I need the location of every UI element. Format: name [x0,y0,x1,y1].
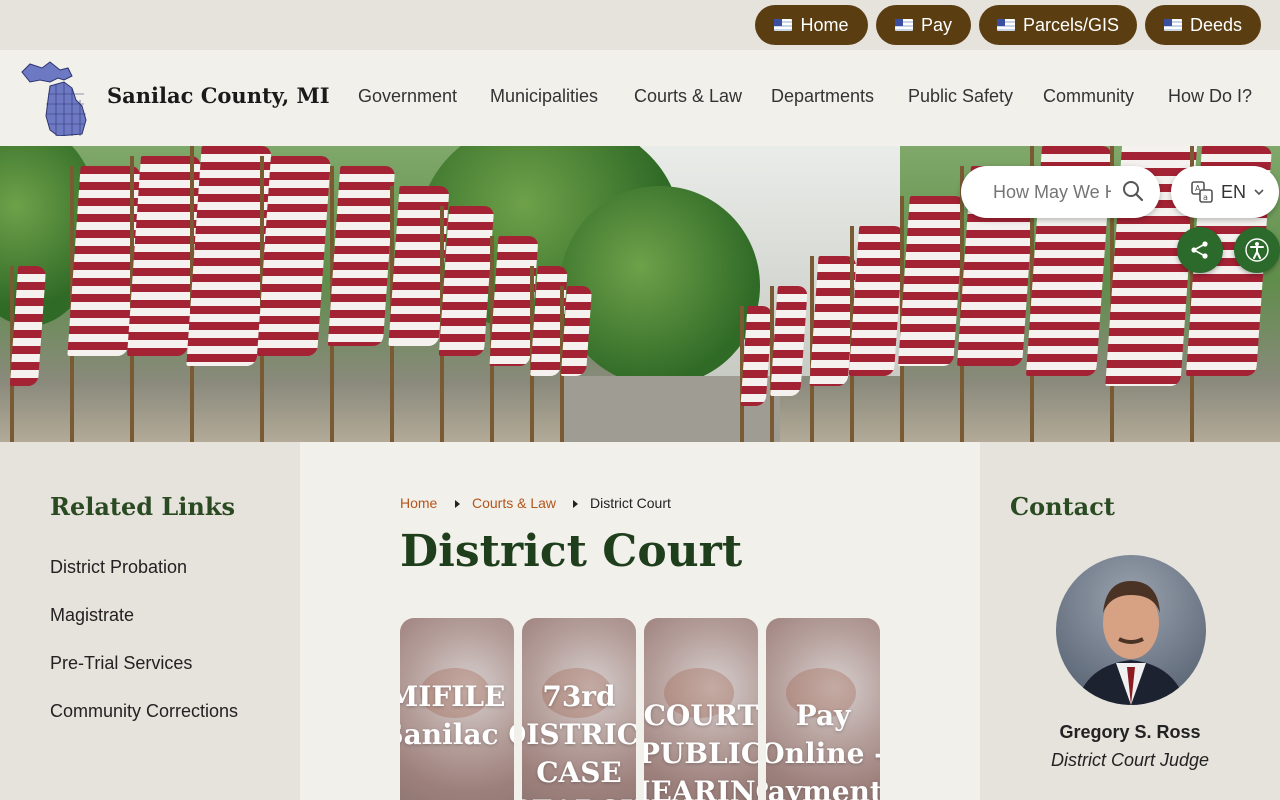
hero-flag [770,286,808,396]
nav-government[interactable]: Government [358,86,457,107]
flag-icon [774,19,793,31]
hero-flag [257,156,331,356]
utility-home-label: Home [800,14,849,35]
nav-public-safety[interactable]: Public Safety [908,86,1013,107]
svg-text:a: a [1203,193,1208,202]
quick-link-card-public-hearings[interactable]: COURT PUBLIC HEARINGS [644,618,758,800]
main-content: Home Courts & Law District Court Distric… [300,442,980,800]
chevron-down-icon [1254,189,1264,196]
nav-municipalities[interactable]: Municipalities [490,86,598,107]
related-link-pre-trial[interactable]: Pre-Trial Services [50,653,192,674]
utility-deeds-button[interactable]: Deeds [1145,5,1261,45]
flag-icon [1163,19,1182,31]
accessibility-icon [1245,238,1269,262]
related-links-panel: Related Links District Probation Magistr… [0,442,300,800]
hero-flag [560,286,593,376]
breadcrumb-separator-icon [573,500,578,508]
contact-name: Gregory S. Ross [1059,722,1201,742]
related-links-title: Related Links [50,492,235,521]
nav-how-do-i[interactable]: How Do I? [1168,86,1252,107]
judge-photo [1076,581,1186,705]
quick-link-card-mifile[interactable]: MIFILE - Sanilac C [400,618,514,800]
hero-tree [560,186,760,386]
related-link-district-probation[interactable]: District Probation [50,557,187,578]
card-label: 73rd DISTRICT CASE SEARCH [522,680,636,800]
avatar [1056,555,1206,705]
breadcrumb-current: District Court [590,495,671,511]
card-label: Pay Online - Payments [766,699,880,800]
breadcrumb-home[interactable]: Home [400,495,437,511]
breadcrumb-courts-law[interactable]: Courts & Law [472,495,556,511]
contact-role: District Court Judge [1050,750,1210,770]
hero-flag [438,206,495,356]
card-label: MIFILE - Sanilac C [400,680,514,751]
svg-text:A: A [1195,184,1201,193]
contact-panel: Contact Gregory S. Ross District Court J… [980,442,1280,800]
language-label: EN [1221,181,1247,202]
hero-flag [327,166,396,346]
related-link-magistrate[interactable]: Magistrate [50,605,134,626]
share-button[interactable] [1177,227,1223,273]
quick-link-card-case-search[interactable]: 73rd DISTRICT CASE SEARCH [522,618,636,800]
breadcrumb-separator-icon [455,500,460,508]
nav-departments[interactable]: Departments [771,86,874,107]
flag-icon [996,19,1015,31]
utility-deeds-label: Deeds [1189,14,1243,35]
site-name[interactable]: Sanilac County, MI [107,83,330,108]
nav-community[interactable]: Community [1043,86,1134,107]
accessibility-button[interactable] [1234,227,1280,273]
search-input[interactable] [993,181,1111,203]
search-icon[interactable] [1122,180,1144,202]
hero-flag [898,196,965,366]
contact-title: Contact [1010,492,1115,521]
related-link-community-corrections[interactable]: Community Corrections [50,701,238,722]
translate-icon: A a [1191,181,1213,203]
county-logo[interactable] [20,60,90,136]
page-title: District Court [400,526,743,577]
search-box[interactable] [961,166,1160,218]
utility-pay-label: Pay [920,14,953,35]
utility-parcels-button[interactable]: Parcels/GIS [979,5,1137,45]
flag-icon [894,19,913,31]
quick-link-card-pay-online[interactable]: Pay Online - Payments [766,618,880,800]
site-header: Sanilac County, MI Government Municipali… [0,50,1280,146]
share-icon [1191,241,1208,259]
language-selector[interactable]: A a EN [1171,166,1279,218]
utility-bar: Home Pay Parcels/GIS Deeds [0,0,1280,50]
card-label: COURT PUBLIC HEARINGS [644,699,758,800]
nav-courts-law[interactable]: Courts & Law [634,86,742,107]
utility-home-button[interactable]: Home [755,5,868,45]
utility-parcels-label: Parcels/GIS [1022,14,1120,35]
utility-pay-button[interactable]: Pay [876,5,971,45]
